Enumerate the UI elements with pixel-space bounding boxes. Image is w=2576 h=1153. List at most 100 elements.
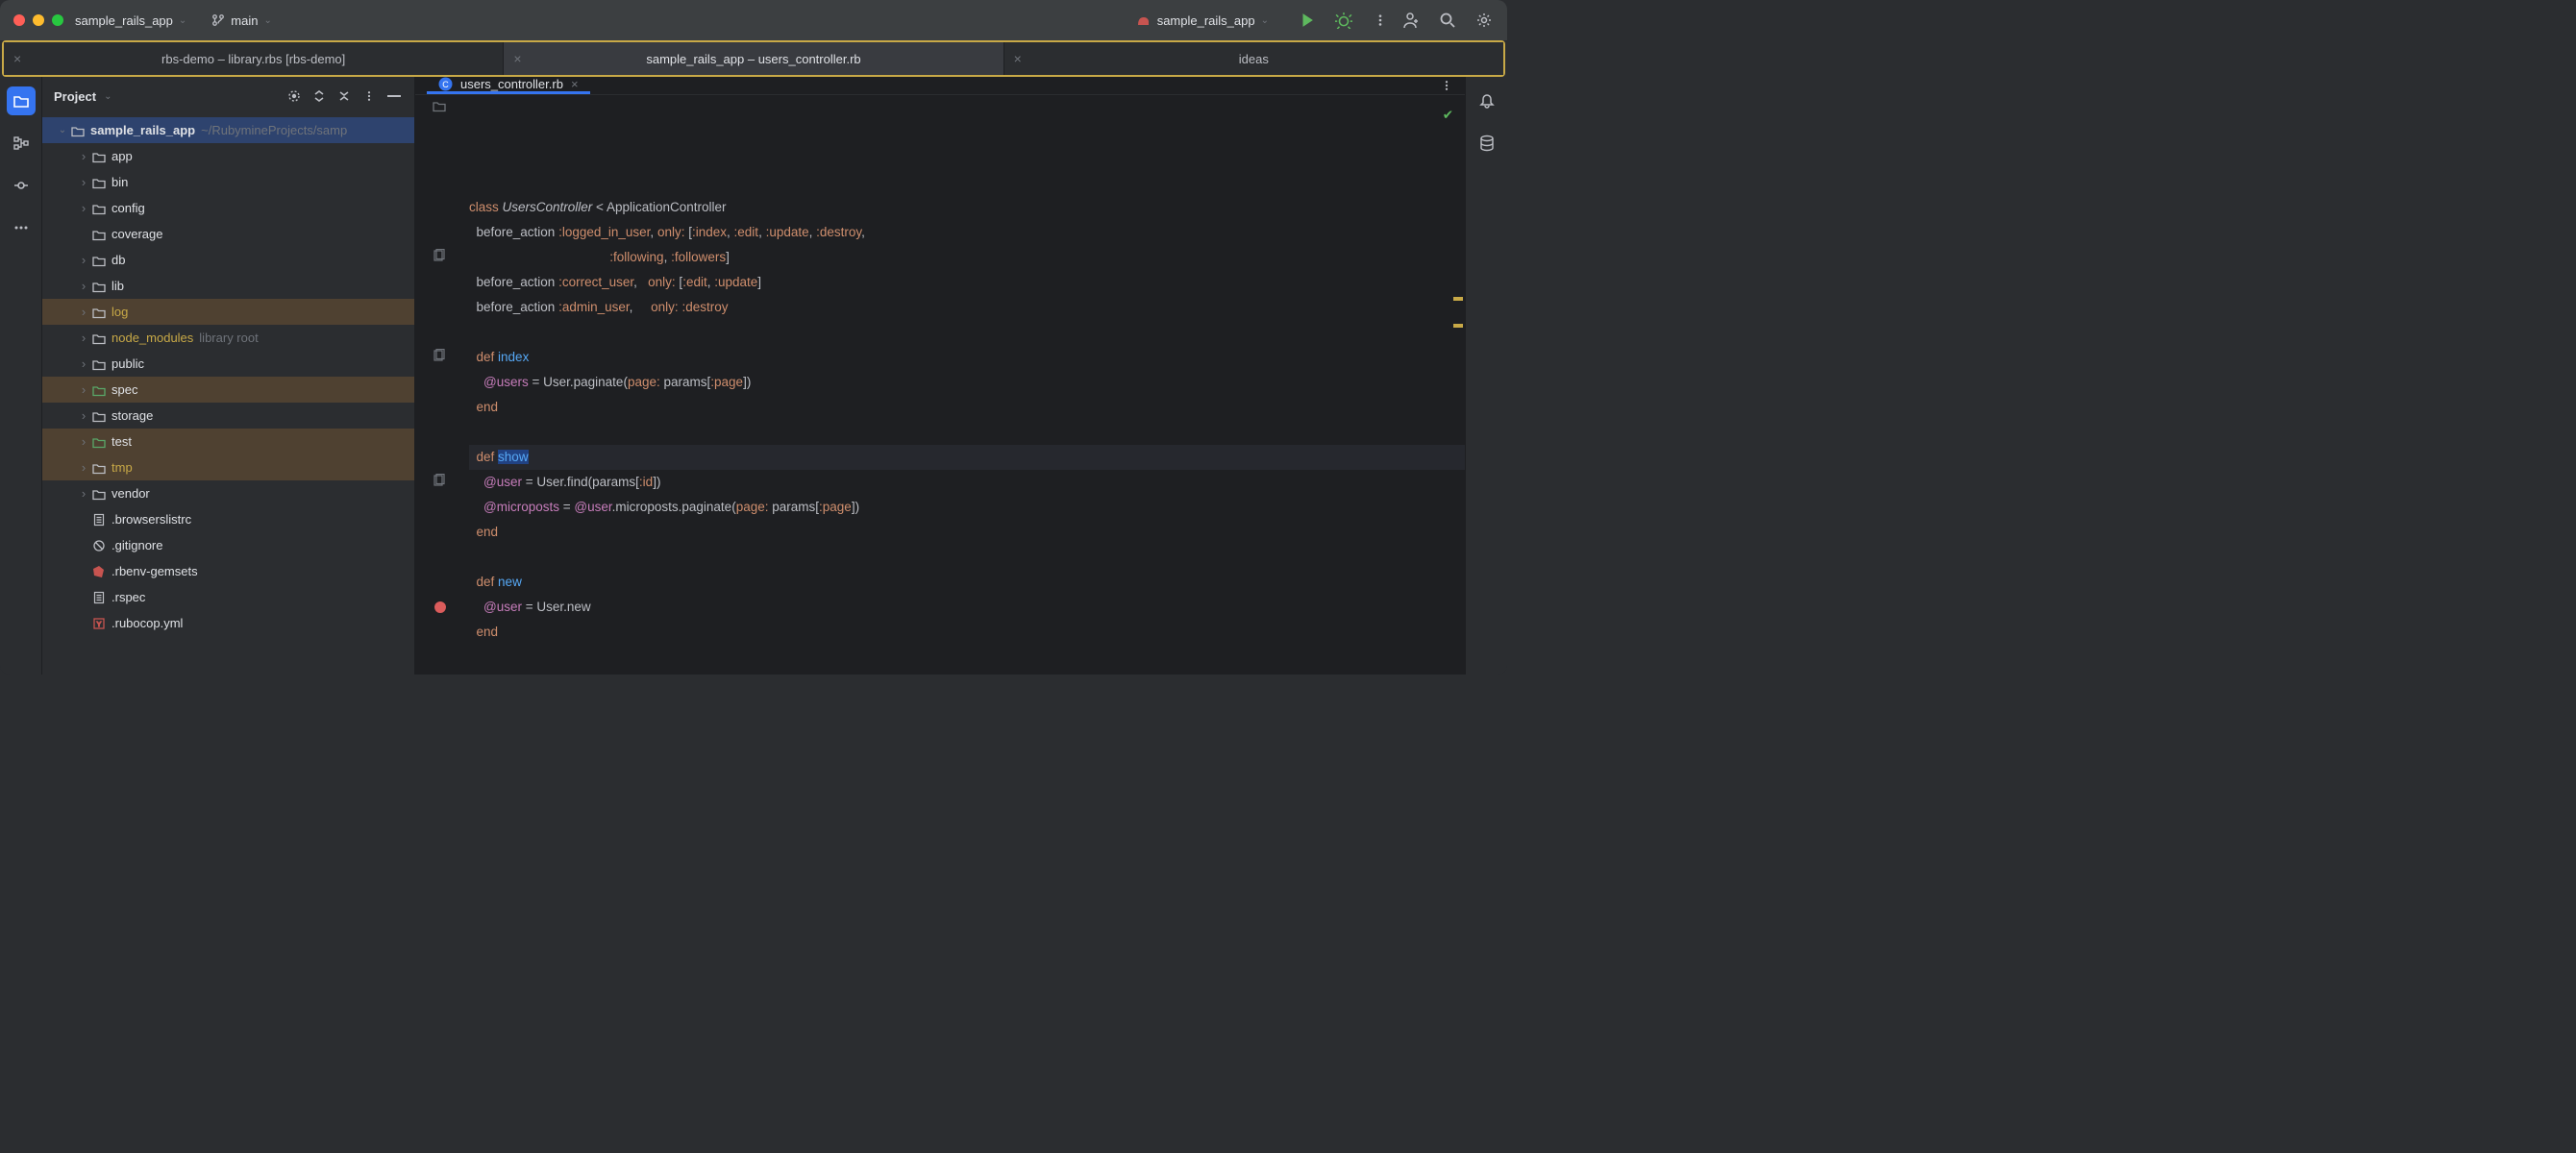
navigate-icon[interactable] xyxy=(433,99,446,112)
expand-arrow-icon[interactable] xyxy=(77,175,90,189)
expand-arrow-icon[interactable] xyxy=(77,356,90,371)
tree-node[interactable]: spec xyxy=(42,377,414,403)
tree-node[interactable]: vendor xyxy=(42,480,414,506)
tree-node[interactable]: .gitignore xyxy=(42,532,414,558)
tree-node[interactable]: coverage xyxy=(42,221,414,247)
chevron-down-icon[interactable]: ⌄ xyxy=(104,91,111,102)
breakpoint-icon[interactable] xyxy=(434,601,446,613)
tree-root[interactable]: sample_rails_app~/RubymineProjects/samp xyxy=(42,117,414,143)
expand-arrow-icon[interactable] xyxy=(77,408,90,423)
expand-arrow-icon[interactable] xyxy=(77,305,90,319)
collapse-all-button[interactable] xyxy=(335,87,353,105)
code-with-me-button[interactable] xyxy=(1401,11,1421,30)
close-window-button[interactable] xyxy=(13,14,25,26)
tree-label: .rbenv-gemsets xyxy=(111,564,198,578)
folder-icon xyxy=(90,357,108,371)
editor-tab[interactable]: C users_controller.rb × xyxy=(427,77,590,94)
tree-node[interactable]: .rbenv-gemsets xyxy=(42,558,414,584)
tree-label: bin xyxy=(111,175,128,189)
project-selector[interactable]: sample_rails_app ⌄ xyxy=(75,13,186,28)
tree-node[interactable]: lib xyxy=(42,273,414,299)
structure-tool-button[interactable] xyxy=(7,129,36,158)
code-content[interactable]: ✔ class UsersController < ApplicationCon… xyxy=(465,95,1465,675)
minimize-window-button[interactable] xyxy=(33,14,44,26)
tree-node[interactable]: db xyxy=(42,247,414,273)
tree-label: config xyxy=(111,201,145,215)
tree-node[interactable]: Y.rubocop.yml xyxy=(42,610,414,636)
tree-node[interactable]: tmp xyxy=(42,454,414,480)
search-everywhere-button[interactable] xyxy=(1438,11,1457,30)
usages-icon[interactable] xyxy=(433,474,446,487)
expand-all-button[interactable] xyxy=(310,87,328,105)
left-tool-strip xyxy=(0,77,42,675)
chevron-down-icon: ⌄ xyxy=(263,15,271,26)
expand-arrow-icon[interactable] xyxy=(77,331,90,345)
commit-tool-button[interactable] xyxy=(7,171,36,200)
file-ruby-icon xyxy=(90,565,108,578)
expand-arrow-icon[interactable] xyxy=(77,279,90,293)
close-tab-icon[interactable]: × xyxy=(513,51,521,66)
ruby-controller-icon: C xyxy=(438,77,453,91)
expand-arrow-icon[interactable] xyxy=(77,460,90,475)
panel-options-button[interactable] xyxy=(360,87,378,105)
more-actions-button[interactable] xyxy=(1371,11,1390,30)
project-tree[interactable]: sample_rails_app~/RubymineProjects/sampa… xyxy=(42,115,414,675)
project-panel-header: Project ⌄ xyxy=(42,77,414,115)
expand-arrow-icon[interactable] xyxy=(77,382,90,397)
folder-icon xyxy=(90,331,108,345)
expand-arrow-icon[interactable] xyxy=(77,434,90,449)
file-text-icon xyxy=(90,513,108,527)
folder-icon xyxy=(90,409,108,423)
tree-label: vendor xyxy=(111,486,150,501)
select-opened-file-button[interactable] xyxy=(285,87,303,105)
close-editor-tab-icon[interactable]: × xyxy=(571,77,579,91)
expand-arrow-icon[interactable] xyxy=(56,125,69,135)
editor-area: C users_controller.rb × ✔ class UsersCon… xyxy=(415,77,1465,675)
tree-node[interactable]: public xyxy=(42,351,414,377)
folder-icon xyxy=(90,280,108,293)
editor-body[interactable]: ✔ class UsersController < ApplicationCon… xyxy=(415,95,1465,675)
tree-node[interactable]: log xyxy=(42,299,414,325)
tree-node[interactable]: bin xyxy=(42,169,414,195)
run-config-name: sample_rails_app xyxy=(1157,13,1255,28)
branch-name: main xyxy=(231,13,258,28)
project-tool-button[interactable] xyxy=(7,86,36,115)
expand-arrow-icon[interactable] xyxy=(77,149,90,163)
run-button[interactable] xyxy=(1298,11,1317,30)
tab-label: ideas xyxy=(1239,52,1269,66)
branch-selector[interactable]: main ⌄ xyxy=(211,13,272,28)
close-tab-icon[interactable]: × xyxy=(13,51,21,66)
close-tab-icon[interactable]: × xyxy=(1014,51,1022,66)
notifications-button[interactable] xyxy=(1473,86,1501,115)
expand-arrow-icon[interactable] xyxy=(77,253,90,267)
tree-node[interactable]: test xyxy=(42,429,414,454)
maximize-window-button[interactable] xyxy=(52,14,63,26)
folder-icon xyxy=(90,487,108,501)
tree-node[interactable]: app xyxy=(42,143,414,169)
expand-arrow-icon[interactable] xyxy=(77,486,90,501)
editor-gutter[interactable] xyxy=(415,95,465,675)
more-tools-button[interactable] xyxy=(7,213,36,242)
tree-node[interactable]: storage xyxy=(42,403,414,429)
debug-button[interactable] xyxy=(1334,11,1353,30)
database-button[interactable] xyxy=(1473,129,1501,158)
tree-node[interactable]: .rspec xyxy=(42,584,414,610)
run-config-selector[interactable]: sample_rails_app ⌄ xyxy=(1136,12,1269,28)
usages-icon[interactable] xyxy=(433,349,446,362)
tree-label: node_modules xyxy=(111,331,193,345)
error-stripe[interactable] xyxy=(1449,95,1463,675)
hide-panel-button[interactable] xyxy=(385,87,403,105)
editor-options-button[interactable] xyxy=(1438,77,1455,94)
expand-arrow-icon[interactable] xyxy=(77,201,90,215)
main-tab[interactable]: × sample_rails_app – users_controller.rb xyxy=(504,42,1003,75)
tree-node[interactable]: node_moduleslibrary root xyxy=(42,325,414,351)
folder-icon xyxy=(90,202,108,215)
main-tab[interactable]: × rbs-demo – library.rbs [rbs-demo] xyxy=(4,42,504,75)
usages-icon[interactable] xyxy=(433,249,446,262)
tree-node[interactable]: .browserslistrc xyxy=(42,506,414,532)
tree-node[interactable]: config xyxy=(42,195,414,221)
main-tab[interactable]: × ideas xyxy=(1004,42,1503,75)
main-tab-bar: × rbs-demo – library.rbs [rbs-demo] × sa… xyxy=(2,40,1505,77)
settings-button[interactable] xyxy=(1474,11,1494,30)
tree-label: .gitignore xyxy=(111,538,162,552)
